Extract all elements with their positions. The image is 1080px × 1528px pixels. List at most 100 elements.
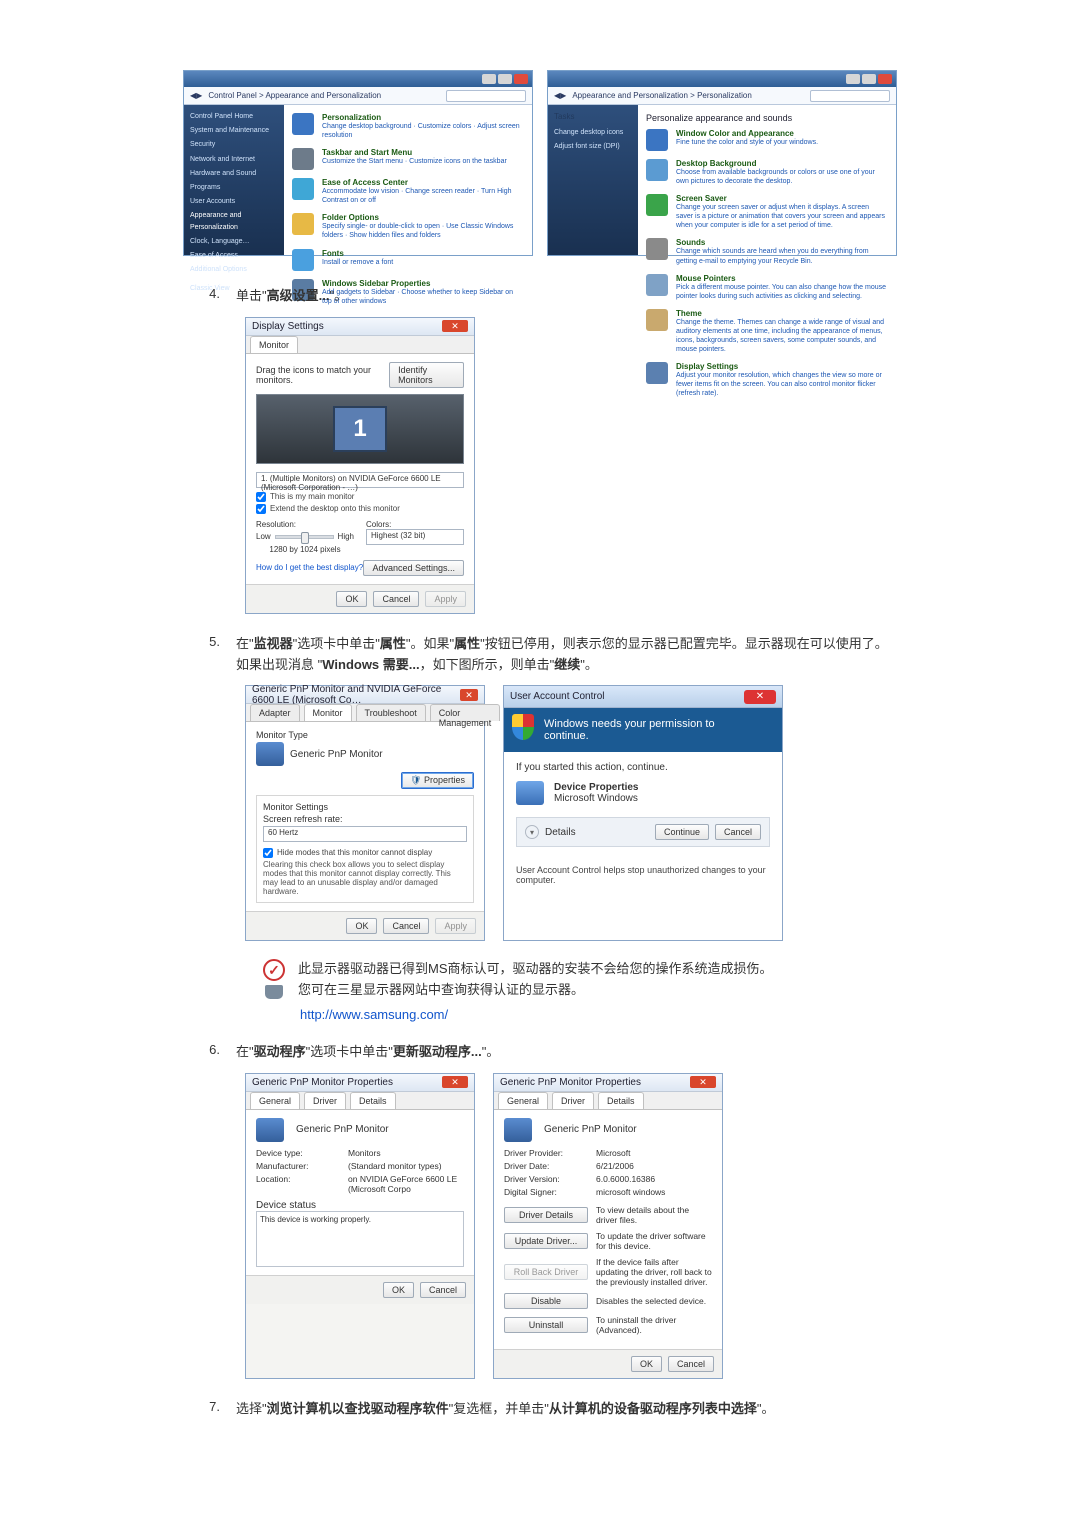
- tab-color[interactable]: Color Management: [430, 704, 501, 721]
- titlebar: [184, 71, 532, 87]
- cp-item[interactable]: Taskbar and Start MenuCustomize the Star…: [292, 148, 524, 170]
- close-icon[interactable]: ✕: [744, 690, 776, 704]
- close-icon[interactable]: ✕: [442, 1076, 468, 1088]
- drag-label: Drag the icons to match your monitors.: [256, 365, 389, 385]
- driver-action-button[interactable]: Disable: [504, 1293, 588, 1309]
- ok-button[interactable]: OK: [631, 1356, 662, 1372]
- base-icon: [265, 985, 283, 999]
- driver-action-button: Roll Back Driver: [504, 1264, 588, 1280]
- apply-button: Apply: [435, 918, 476, 934]
- close-icon[interactable]: ✕: [460, 689, 478, 701]
- cancel-button[interactable]: Cancel: [715, 824, 761, 840]
- maximize-icon[interactable]: [862, 74, 876, 84]
- control-panel-pair: ◀▶Control Panel > Appearance and Persona…: [80, 70, 1000, 256]
- driver-action-button[interactable]: Uninstall: [504, 1317, 588, 1333]
- cp-item[interactable]: FontsInstall or remove a font: [292, 249, 524, 271]
- extend-desktop-checkbox[interactable]: [256, 504, 266, 514]
- cp-item[interactable]: Ease of Access CenterAccommodate low vis…: [292, 178, 524, 205]
- cancel-button[interactable]: Cancel: [668, 1356, 714, 1372]
- category-icon: [292, 178, 314, 200]
- refresh-select[interactable]: 60 Hertz: [263, 826, 467, 842]
- monitor-preview[interactable]: 1: [256, 394, 464, 464]
- check-icon: ✓: [263, 959, 285, 981]
- tab-driver[interactable]: Driver: [552, 1092, 594, 1109]
- address-bar[interactable]: ◀▶Control Panel > Appearance and Persona…: [184, 87, 532, 105]
- cp-item[interactable]: Desktop BackgroundChoose from available …: [646, 159, 888, 186]
- advanced-settings-button[interactable]: Advanced Settings...: [363, 560, 464, 576]
- driver-action-button[interactable]: Update Driver...: [504, 1233, 588, 1249]
- ok-button[interactable]: OK: [383, 1282, 414, 1298]
- monitor-1[interactable]: 1: [333, 406, 387, 452]
- resolution-value: 1280 by 1024 pixels: [256, 545, 354, 554]
- maximize-icon[interactable]: [498, 74, 512, 84]
- display-settings-dialog: Display Settings✕ Monitor Drag the icons…: [245, 317, 475, 614]
- resolution-slider[interactable]: [275, 535, 334, 539]
- dialog-title: Generic PnP Monitor Properties✕: [494, 1074, 722, 1092]
- chevron-down-icon[interactable]: ▾: [525, 825, 539, 839]
- close-icon[interactable]: [514, 74, 528, 84]
- monitor-select[interactable]: 1. (Multiple Monitors) on NVIDIA GeForce…: [256, 472, 464, 488]
- tab-driver[interactable]: Driver: [304, 1092, 346, 1109]
- tab-monitor[interactable]: Monitor: [304, 704, 352, 721]
- identify-button[interactable]: Identify Monitors: [389, 362, 464, 388]
- hide-modes-desc: Clearing this check box allows you to se…: [263, 860, 467, 896]
- colors-select[interactable]: Highest (32 bit): [366, 529, 464, 545]
- uac-dialog: User Account Control✕ Windows needs your…: [503, 685, 783, 941]
- monitor-type-value: Generic PnP Monitor: [290, 749, 383, 760]
- step-number: 4.: [200, 286, 220, 307]
- ok-button[interactable]: OK: [336, 591, 367, 607]
- details-label[interactable]: Details: [545, 827, 576, 838]
- tab-details[interactable]: Details: [350, 1092, 396, 1109]
- category-icon: [292, 249, 314, 271]
- cp-item[interactable]: PersonalizationChange desktop background…: [292, 113, 524, 140]
- dialog-title: User Account Control✕: [504, 686, 782, 708]
- driver-action-row: Update Driver...To update the driver sof…: [504, 1231, 712, 1251]
- samsung-link[interactable]: http://www.samsung.com/: [300, 1007, 1000, 1022]
- tab-troubleshoot[interactable]: Troubleshoot: [356, 704, 426, 721]
- cancel-button[interactable]: Cancel: [383, 918, 429, 934]
- search-input[interactable]: [446, 90, 526, 102]
- main-monitor-checkbox[interactable]: [256, 492, 266, 502]
- continue-button[interactable]: Continue: [655, 824, 709, 840]
- info-line-1: 此显示器驱动器已得到MS商标认可，驱动器的安装不会给您的操作系统造成损伤。: [298, 959, 773, 980]
- cp-item[interactable]: Folder OptionsSpecify single- or double-…: [292, 213, 524, 240]
- cp-item[interactable]: Window Color and AppearanceFine tune the…: [646, 129, 888, 151]
- close-icon[interactable]: ✕: [690, 1076, 716, 1088]
- tab-monitor[interactable]: Monitor: [250, 336, 298, 353]
- driver-action-button[interactable]: Driver Details: [504, 1207, 588, 1223]
- tab-adapter[interactable]: Adapter: [250, 704, 300, 721]
- monitor-type-label: Monitor Type: [256, 730, 474, 740]
- cp-item[interactable]: Screen SaverChange your screen saver or …: [646, 194, 888, 230]
- minimize-icon[interactable]: [482, 74, 496, 84]
- close-icon[interactable]: ✕: [442, 320, 468, 332]
- search-input[interactable]: [810, 90, 890, 102]
- device-name: Generic PnP Monitor: [544, 1124, 637, 1135]
- cancel-button[interactable]: Cancel: [373, 591, 419, 607]
- device-name: Generic PnP Monitor: [296, 1124, 389, 1135]
- address-bar[interactable]: ◀▶Appearance and Personalization > Perso…: [548, 87, 896, 105]
- uac-instruction: If you started this action, continue.: [516, 762, 770, 773]
- info-note: ✓ 此显示器驱动器已得到MS商标认可，驱动器的安装不会给您的操作系统造成损伤。 …: [260, 959, 1000, 1001]
- category-icon: [646, 238, 668, 260]
- cp-item[interactable]: ThemeChange the theme. Themes can change…: [646, 309, 888, 354]
- dialog-title: Generic PnP Monitor and NVIDIA GeForce 6…: [246, 686, 484, 704]
- cp-item[interactable]: Display SettingsAdjust your monitor reso…: [646, 362, 888, 398]
- ok-button[interactable]: OK: [346, 918, 377, 934]
- hide-modes-checkbox[interactable]: [263, 848, 273, 858]
- close-icon[interactable]: [878, 74, 892, 84]
- tab-general[interactable]: General: [498, 1092, 548, 1109]
- category-icon: [646, 129, 668, 151]
- cancel-button[interactable]: Cancel: [420, 1282, 466, 1298]
- driver-general-dialog: Generic PnP Monitor Properties✕ GeneralD…: [245, 1073, 475, 1379]
- properties-button[interactable]: 🛡 Properties: [401, 772, 474, 789]
- status-textarea: This device is working properly.: [256, 1211, 464, 1267]
- minimize-icon[interactable]: [846, 74, 860, 84]
- cp-item[interactable]: SoundsChange which sounds are heard when…: [646, 238, 888, 265]
- cp-personalization: ◀▶Appearance and Personalization > Perso…: [547, 70, 897, 256]
- tab-general[interactable]: General: [250, 1092, 300, 1109]
- category-icon: [292, 213, 314, 235]
- driver-action-row: Driver DetailsTo view details about the …: [504, 1205, 712, 1225]
- help-link[interactable]: How do I get the best display?: [256, 563, 363, 572]
- tab-details[interactable]: Details: [598, 1092, 644, 1109]
- step-4: 4. 单击"高级设置..."。: [200, 286, 1000, 307]
